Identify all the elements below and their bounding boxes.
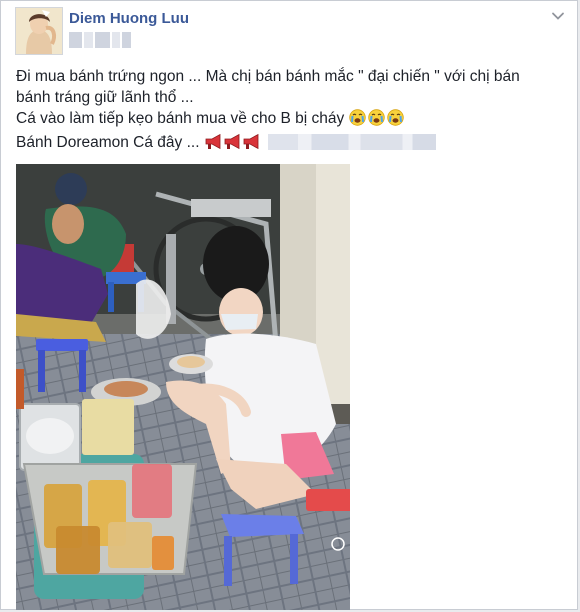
author-avatar[interactable] <box>15 7 63 55</box>
street-vendor-photo <box>16 164 350 610</box>
post-card: Diem Huong Luu Đi mua bánh trứng ngon ..… <box>0 0 578 610</box>
post-line-with-emoji: Bánh Doreamon Cá đây ... <box>16 132 556 156</box>
crying-face-emoji <box>348 108 407 132</box>
post-line-with-emoji: Cá vào làm tiếp kẹo bánh mua về cho B bị… <box>16 108 556 132</box>
chevron-down-icon[interactable] <box>551 9 565 23</box>
author-name[interactable]: Diem Huong Luu <box>69 10 189 27</box>
post-timestamp-blurred <box>69 32 131 48</box>
tagged-people-blurred <box>267 134 436 150</box>
post-line: Đi mua bánh trứng ngon ... Mà chị bán bá… <box>16 68 520 85</box>
post-line: Bánh Doreamon Cá đây ... <box>16 134 200 151</box>
post-line: Cá vào làm tiếp kẹo bánh mua về cho B bị… <box>16 110 345 127</box>
avatar-image <box>16 8 62 54</box>
megaphone-emoji <box>204 133 262 156</box>
post-line: bánh tráng giữ lãnh thổ ... <box>16 89 194 106</box>
post-photo[interactable] <box>16 164 350 610</box>
post-body: Đi mua bánh trứng ngon ... Mà chị bán bá… <box>16 66 556 156</box>
